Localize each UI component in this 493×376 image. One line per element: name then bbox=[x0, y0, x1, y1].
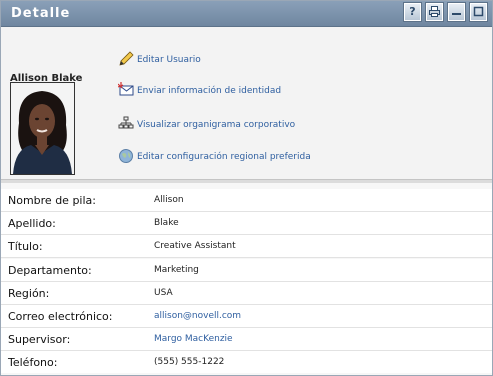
field-value: (555) 555-1222 bbox=[154, 357, 225, 367]
field-label: Departamento: bbox=[8, 264, 92, 277]
globe-icon bbox=[119, 149, 133, 163]
field-label: Supervisor: bbox=[8, 333, 71, 346]
org-chart-link[interactable]: Visualizar organigrama corporativo bbox=[137, 120, 295, 130]
user-photo bbox=[10, 82, 75, 175]
header-divider bbox=[1, 179, 492, 183]
field-row: Región: USA bbox=[1, 282, 492, 305]
field-value: Marketing bbox=[154, 265, 199, 275]
field-label: Teléfono: bbox=[8, 356, 58, 369]
help-icon: ? bbox=[409, 5, 416, 18]
field-value: Blake bbox=[154, 218, 179, 228]
field-value: Creative Assistant bbox=[154, 241, 236, 251]
help-button[interactable]: ? bbox=[404, 3, 421, 21]
field-row: Departamento: Marketing bbox=[1, 259, 492, 282]
field-label: Apellido: bbox=[8, 217, 56, 230]
title-bar: Detalle ? bbox=[1, 1, 492, 27]
field-label: Nombre de pila: bbox=[8, 194, 96, 207]
print-button[interactable] bbox=[426, 3, 443, 21]
regional-settings-link[interactable]: Editar configuración regional preferida bbox=[137, 152, 311, 162]
field-label: Correo electrónico: bbox=[8, 310, 113, 323]
field-row: Supervisor: Margo MacKenzie bbox=[1, 328, 492, 351]
maximize-icon bbox=[473, 6, 484, 17]
envelope-icon bbox=[118, 82, 134, 96]
detail-panel: Detalle ? Allison Blake Editar Usuario E… bbox=[0, 0, 493, 376]
edit-user-link[interactable]: Editar Usuario bbox=[137, 55, 201, 65]
field-label: Región: bbox=[8, 287, 50, 300]
field-label: Título: bbox=[8, 240, 43, 253]
field-row: Correo electrónico: allison@novell.com bbox=[1, 305, 492, 328]
minimize-button[interactable] bbox=[448, 3, 465, 21]
panel-title: Detalle bbox=[11, 6, 71, 21]
maximize-button[interactable] bbox=[470, 3, 487, 21]
email-link[interactable]: allison@novell.com bbox=[154, 311, 241, 321]
user-header: Allison Blake Editar Usuario Enviar info… bbox=[1, 27, 492, 179]
field-row: Nombre de pila: Allison bbox=[1, 189, 492, 212]
field-row: Teléfono: (555) 555-1222 bbox=[1, 351, 492, 373]
minimize-icon bbox=[452, 13, 461, 15]
printer-icon bbox=[429, 6, 440, 17]
send-identity-link[interactable]: Enviar información de identidad bbox=[137, 86, 281, 96]
field-row: Título: Creative Assistant bbox=[1, 235, 492, 258]
supervisor-link[interactable]: Margo MacKenzie bbox=[154, 334, 233, 344]
org-chart-icon bbox=[118, 116, 134, 129]
field-value: Allison bbox=[154, 195, 184, 205]
field-value: USA bbox=[154, 288, 173, 298]
pencil-icon bbox=[119, 51, 134, 66]
field-row: Apellido: Blake bbox=[1, 212, 492, 235]
